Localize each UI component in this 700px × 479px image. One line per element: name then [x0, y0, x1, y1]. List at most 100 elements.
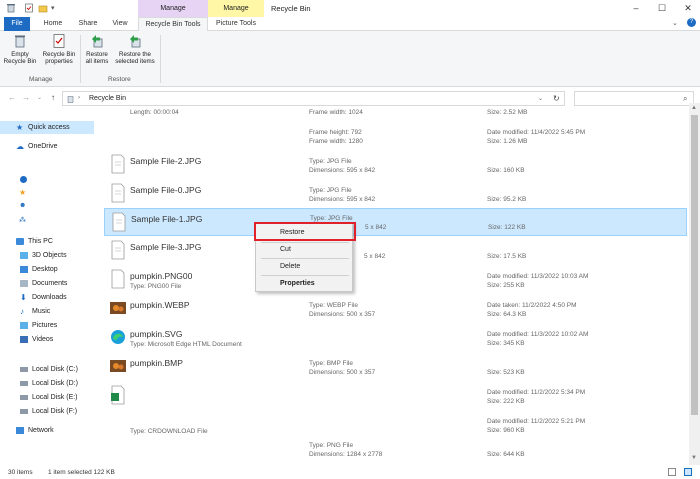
nav-label: Quick access — [28, 124, 70, 131]
help-icon[interactable]: ? — [687, 18, 696, 27]
nav-downloads[interactable]: ⬇ Downloads — [0, 291, 94, 304]
file-detail: Frame width: 1280 — [309, 138, 363, 145]
customize-toolbar-icon[interactable]: ▾ — [51, 4, 61, 14]
video-icon — [20, 336, 28, 343]
file-name[interactable]: pumpkin.PNG00 — [130, 271, 192, 281]
file-row[interactable]: Date modified: 11/2/2022 5:34 PM Size: 2… — [104, 382, 687, 410]
file-name[interactable]: Sample File-3.JPG — [130, 242, 201, 252]
minimize-icon[interactable]: – — [630, 2, 642, 14]
menu-separator — [261, 258, 349, 259]
menu-item-delete[interactable]: Delete — [280, 263, 300, 270]
file-row[interactable]: pumpkin.SVG Type: Microsoft Edge HTML Do… — [104, 324, 687, 352]
status-bar: 30 items 1 item selected 122 KB — [0, 466, 700, 479]
file-row[interactable]: Sample File-2.JPG Type: JPG File Dimensi… — [104, 151, 687, 179]
breadcrumb-chevron-icon[interactable]: › — [78, 95, 80, 101]
ribbon: Empty Recycle Bin Recycle Bin properties… — [0, 31, 700, 87]
scroll-down-icon[interactable]: ▼ — [691, 455, 697, 461]
back-arrow-icon[interactable]: ← — [8, 93, 16, 102]
menu-separator — [261, 275, 349, 276]
menu-item-properties[interactable]: Properties — [280, 280, 315, 287]
tab-view[interactable]: View — [106, 17, 134, 31]
file-name[interactable]: Sample File-0.JPG — [130, 185, 201, 195]
restore-all-items-button[interactable]: Restore all items — [82, 33, 112, 65]
details-view-icon[interactable] — [668, 468, 676, 476]
people-icon[interactable]: ☻ — [19, 202, 26, 209]
nav-desktop[interactable]: Desktop — [0, 263, 94, 276]
nav-music[interactable]: ♪ Music — [0, 305, 94, 318]
star-icon: ★ — [16, 123, 24, 132]
file-size: Size: 1.26 MB — [487, 138, 528, 145]
close-icon[interactable]: ✕ — [682, 2, 694, 14]
star-icon[interactable]: ★ — [19, 188, 26, 197]
recent-locations-icon[interactable]: ⌄ — [37, 94, 42, 101]
nav-quick-access[interactable]: ★ Quick access — [0, 121, 94, 134]
menu-item-cut[interactable]: Cut — [280, 246, 291, 253]
nav-3d-objects[interactable]: 3D Objects — [0, 249, 94, 262]
file-row-selected[interactable]: Sample File-1.JPG Type: JPG File 5 x 842… — [104, 208, 687, 236]
restore-highlight-box — [254, 222, 356, 241]
nav-videos[interactable]: Videos — [0, 333, 94, 346]
manage-context-tab-purple[interactable]: Manage — [138, 0, 208, 17]
file-row[interactable]: Length: 00:00:04 Frame width: 1024 Size:… — [104, 103, 687, 120]
network-share-icon[interactable]: ⁂ — [19, 216, 26, 224]
tab-share[interactable]: Share — [72, 17, 104, 31]
file-name[interactable]: Sample File-1.JPG — [131, 214, 202, 224]
large-icons-view-icon[interactable] — [684, 468, 692, 476]
file-name[interactable]: pumpkin.SVG — [130, 329, 182, 339]
nav-label: Downloads — [32, 294, 67, 301]
file-row[interactable]: pumpkin.PNG00 Type: PNG00 File Date modi… — [104, 266, 687, 294]
file-name[interactable]: pumpkin.BMP — [130, 358, 183, 368]
nav-documents[interactable]: Documents — [0, 277, 94, 290]
scrollbar-thumb[interactable] — [691, 115, 698, 415]
collapse-ribbon-icon[interactable]: ⌄ — [672, 19, 678, 27]
file-row[interactable]: pumpkin.BMP Type: BMP File Dimensions: 5… — [104, 353, 687, 381]
nav-network[interactable]: Network — [0, 424, 94, 437]
file-row[interactable]: Type: PNG File Dimensions: 1284 x 2778 S… — [104, 437, 687, 465]
file-date: Date modified: 11/3/2022 10:02 AM — [487, 331, 589, 338]
file-row[interactable]: Sample File-3.JPG 5 x 842 Size: 17.5 KB — [104, 237, 687, 265]
png-file-icon — [110, 269, 126, 289]
new-folder-icon[interactable] — [38, 3, 48, 13]
recycle-bin-icon — [67, 95, 74, 103]
recycle-bin-properties-button[interactable]: Recycle Bin properties — [40, 33, 78, 65]
file-row[interactable]: Frame height: 792 Frame width: 1280 Date… — [104, 122, 687, 150]
tab-file[interactable]: File — [4, 17, 30, 31]
nav-drive-c[interactable]: Local Disk (C:) — [0, 363, 94, 376]
network-icon — [16, 427, 24, 434]
menu-separator — [261, 242, 349, 243]
empty-recycle-bin-button[interactable]: Empty Recycle Bin — [3, 33, 37, 65]
file-name[interactable]: pumpkin.WEBP — [130, 300, 190, 310]
button-label: selected items — [115, 58, 155, 65]
tab-picture-tools[interactable]: Picture Tools — [208, 17, 264, 31]
clock-icon[interactable] — [20, 176, 27, 183]
nav-this-pc[interactable]: This PC — [0, 235, 94, 248]
nav-drive-d[interactable]: Local Disk (D:) — [0, 377, 94, 390]
nav-drive-e[interactable]: Local Disk (E:) — [0, 391, 94, 404]
nav-pictures[interactable]: Pictures — [0, 319, 94, 332]
up-arrow-icon[interactable]: ↑ — [51, 93, 55, 102]
jpg-file-icon — [111, 212, 127, 232]
recycle-bin-icon — [6, 3, 16, 13]
file-name[interactable]: Sample File-2.JPG — [130, 156, 201, 166]
manage-context-tab-yellow[interactable]: Manage — [208, 0, 264, 17]
file-row[interactable]: Sample File-0.JPG Type: JPG File Dimensi… — [104, 180, 687, 208]
restore-selected-items-button[interactable]: Restore the selected items — [112, 33, 158, 65]
tab-recycle-bin-tools[interactable]: Recycle Bin Tools — [138, 17, 208, 31]
group-divider — [160, 35, 161, 83]
properties-icon[interactable] — [24, 3, 34, 13]
refresh-icon[interactable]: ↻ — [553, 94, 560, 103]
address-dropdown-icon[interactable]: ⌄ — [538, 95, 543, 102]
forward-arrow-icon[interactable]: → — [22, 93, 30, 102]
tab-home[interactable]: Home — [38, 17, 68, 31]
maximize-icon[interactable]: ☐ — [656, 2, 668, 14]
drive-icon — [20, 395, 28, 400]
nav-drive-f[interactable]: Local Disk (F:) — [0, 405, 94, 418]
file-row[interactable]: pumpkin.WEBP Type: WEBP File Dimensions:… — [104, 295, 687, 323]
nav-onedrive[interactable]: ☁ OneDrive — [0, 140, 94, 153]
breadcrumb-recycle-bin[interactable]: Recycle Bin — [89, 95, 126, 102]
scroll-up-icon[interactable]: ▲ — [691, 105, 697, 111]
file-row[interactable]: Type: CRDOWNLOAD File Date modified: 11/… — [104, 411, 687, 439]
button-label: Restore — [86, 51, 108, 58]
nav-label: Network — [28, 427, 54, 434]
vertical-scrollbar[interactable]: ▲ ▼ — [689, 103, 700, 465]
